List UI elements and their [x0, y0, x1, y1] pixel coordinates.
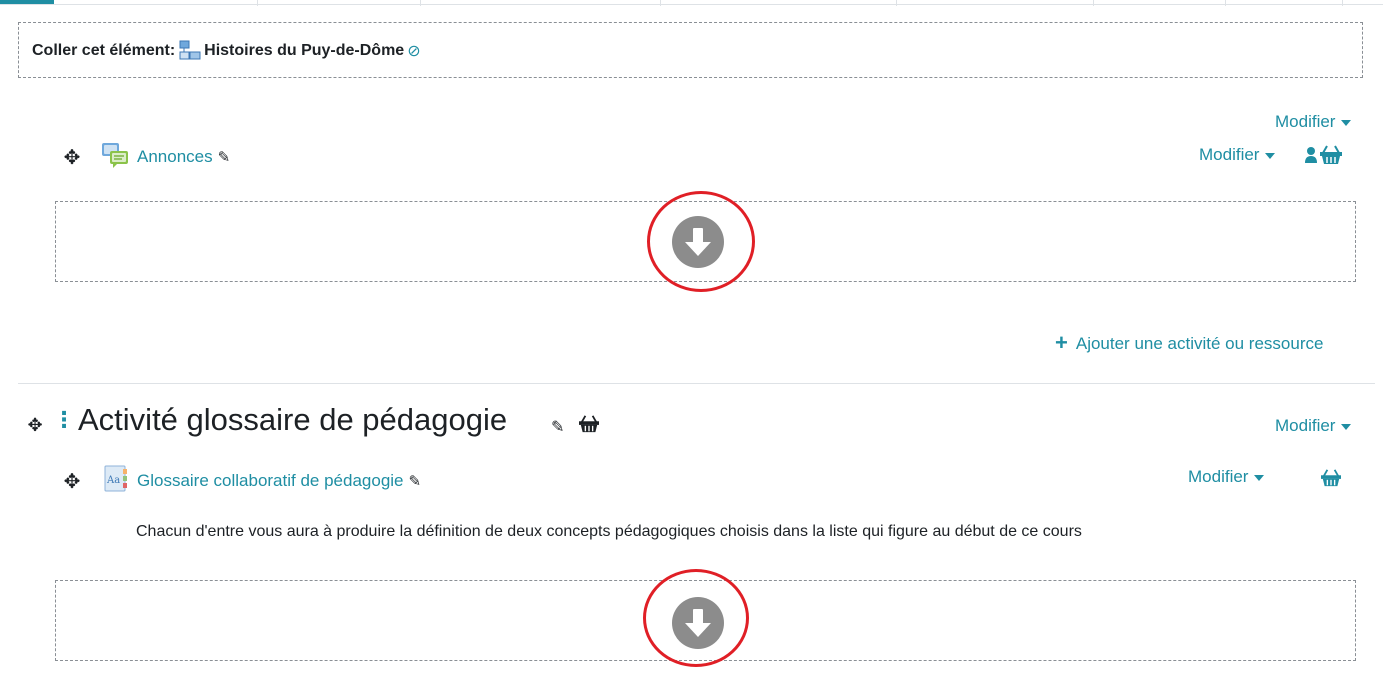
chevron-down-icon	[1254, 474, 1265, 481]
add-activity-label: Ajouter une activité ou ressource	[1075, 334, 1324, 353]
tab-divider	[1342, 0, 1343, 6]
section-title-text: Activité glossaire de pédagogie	[78, 402, 508, 437]
tab-divider	[660, 0, 661, 6]
forum-icon	[101, 141, 129, 169]
highlight-circle	[647, 191, 755, 292]
ban-icon[interactable]: ⊘	[407, 41, 420, 61]
tab-strip-border	[0, 4, 1383, 5]
chevron-down-icon	[1341, 423, 1352, 430]
section-actions-icon[interactable]: ⋮	[53, 407, 75, 433]
tab-divider	[896, 0, 897, 6]
activity-link-glossary[interactable]: Glossaire collaboratif de pédagogie ✎	[137, 471, 421, 491]
activity-edit-label: Modifier	[1188, 467, 1249, 486]
move-icon[interactable]: ✥	[62, 145, 82, 170]
add-activity-link[interactable]: + Ajouter une activité ou ressource	[1055, 330, 1323, 356]
pencil-icon[interactable]: ✎	[409, 473, 422, 490]
pencil-icon[interactable]: ✎	[551, 417, 564, 437]
activity-name: Glossaire collaboratif de pédagogie	[137, 471, 404, 490]
section-edit-menu[interactable]: Modifier	[1275, 112, 1352, 132]
section-edit-label: Modifier	[1275, 416, 1336, 435]
glossary-icon: Aa	[103, 465, 129, 493]
tab-divider	[420, 0, 421, 6]
folder-tree-icon	[179, 40, 201, 62]
section-title: Activité glossaire de pédagogie	[78, 402, 507, 438]
tab-divider	[257, 0, 258, 6]
activity-edit-menu[interactable]: Modifier	[1188, 467, 1265, 487]
move-icon[interactable]: ✥	[25, 415, 45, 436]
activity-link-annonces[interactable]: Annonces ✎	[137, 147, 230, 167]
plus-icon: +	[1055, 330, 1068, 355]
basket-icon[interactable]	[578, 414, 600, 434]
paste-info: Coller cet élément: Histoires du Puy-de-…	[32, 40, 421, 62]
user-icon[interactable]	[1304, 145, 1318, 165]
basket-icon[interactable]	[1320, 468, 1342, 488]
activity-edit-label: Modifier	[1199, 145, 1260, 164]
activity-edit-menu[interactable]: Modifier	[1199, 145, 1276, 165]
pencil-icon[interactable]: ✎	[218, 149, 231, 166]
activity-name: Annonces	[137, 147, 213, 166]
paste-item-name: Histoires du Puy-de-Dôme	[204, 42, 405, 59]
chevron-down-icon	[1265, 152, 1276, 159]
section-edit-label: Modifier	[1275, 112, 1336, 131]
basket-icon[interactable]	[1319, 144, 1343, 166]
highlight-circle	[643, 569, 749, 667]
section-divider	[18, 383, 1375, 384]
activity-description: Chacun d'entre vous aura à produire la d…	[136, 523, 1082, 540]
chevron-down-icon	[1341, 119, 1352, 126]
section-edit-menu[interactable]: Modifier	[1275, 416, 1352, 436]
tab-divider	[1225, 0, 1226, 6]
paste-label: Coller cet élément:	[32, 42, 176, 59]
tab-divider	[1093, 0, 1094, 6]
svg-text:Aa: Aa	[106, 475, 120, 486]
move-icon[interactable]: ✥	[62, 469, 82, 494]
